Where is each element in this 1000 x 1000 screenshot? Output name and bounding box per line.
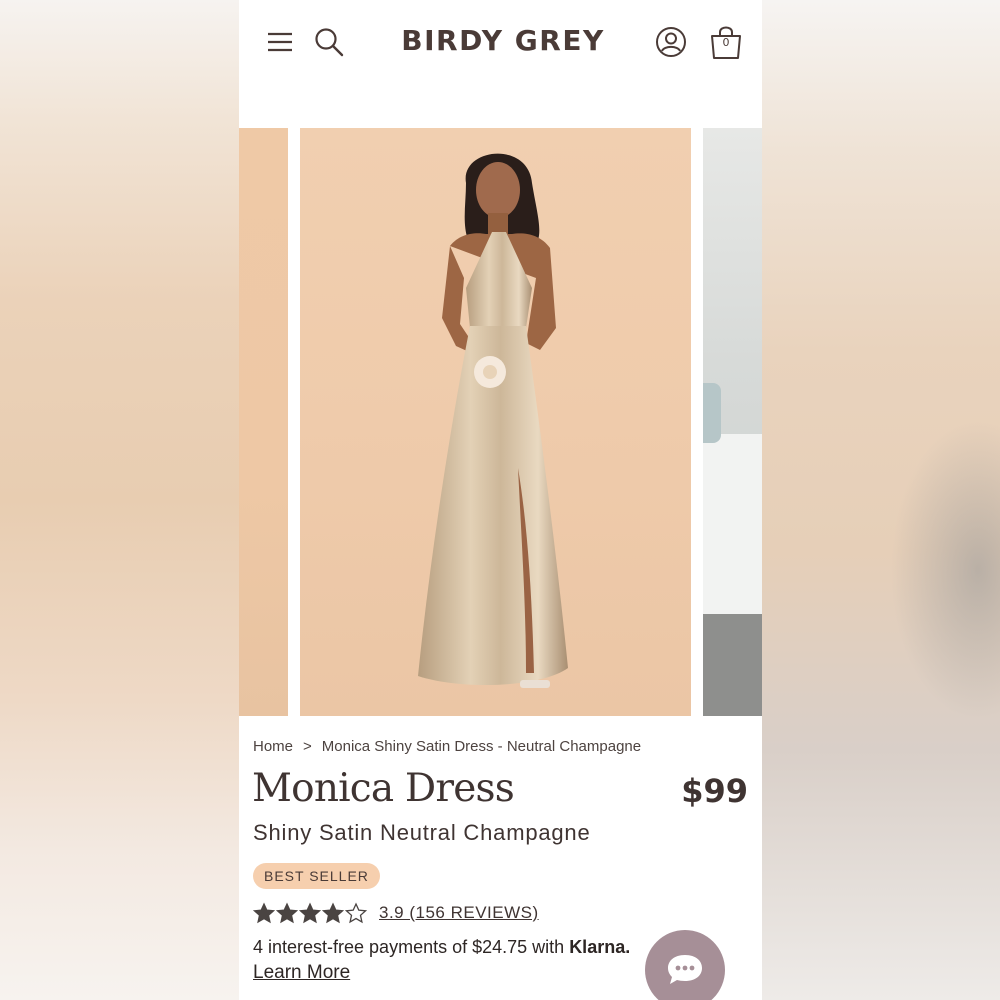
- brand-logo[interactable]: BIRDY GREY: [379, 24, 627, 57]
- model-in-dress-illustration: [418, 153, 568, 688]
- chat-bubble-icon: [668, 955, 702, 984]
- product-image[interactable]: [300, 128, 691, 716]
- product-image-carousel[interactable]: [239, 128, 762, 716]
- product-price: $99: [681, 772, 748, 810]
- background-left: [0, 0, 239, 1000]
- star-rating[interactable]: [253, 902, 367, 924]
- account-button[interactable]: [653, 24, 689, 60]
- star-icon: [299, 902, 321, 924]
- breadcrumb-separator: >: [303, 738, 312, 755]
- learn-more-link[interactable]: Learn More: [253, 962, 350, 984]
- star-icon: [276, 902, 298, 924]
- rating-row: 3.9 (156 REVIEWS): [253, 900, 539, 926]
- next-slide-image[interactable]: [703, 128, 762, 716]
- star-icon: [322, 902, 344, 924]
- cart-button[interactable]: 0: [707, 22, 745, 62]
- hamburger-icon: [268, 32, 292, 52]
- best-seller-badge: BEST SELLER: [253, 863, 380, 889]
- installments-text: 4 interest-free payments of $24.75 with …: [253, 937, 630, 958]
- klarna-logo-text: Klarna.: [569, 937, 631, 957]
- vase-shape: [703, 383, 721, 443]
- chat-button[interactable]: [645, 930, 725, 1000]
- breadcrumb-current: Monica Shiny Satin Dress - Neutral Champ…: [321, 738, 642, 755]
- star-icon: [345, 902, 367, 924]
- product-title: Monica Dress: [252, 766, 515, 811]
- site-header: BIRDY GREY 0: [239, 0, 762, 90]
- breadcrumb-home-link[interactable]: Home: [253, 738, 293, 755]
- search-button[interactable]: [311, 24, 347, 60]
- previous-slide-image[interactable]: [239, 128, 288, 716]
- background-right: [762, 0, 1000, 1000]
- search-icon: [315, 28, 344, 57]
- mobile-page: BIRDY GREY 0 Home > Monica Shiny Satin D…: [239, 0, 762, 1000]
- star-icon: [253, 902, 275, 924]
- installments-label: 4 interest-free payments of $24.75 with: [253, 937, 565, 957]
- menu-button[interactable]: [263, 26, 297, 58]
- pedestal-shape: [703, 434, 762, 614]
- product-variant: Shiny Satin Neutral Champagne: [253, 820, 591, 845]
- breadcrumb: Home > Monica Shiny Satin Dress - Neutra…: [253, 738, 753, 755]
- user-icon: [656, 27, 686, 57]
- reviews-link[interactable]: 3.9 (156 REVIEWS): [379, 903, 539, 923]
- floor-shape: [703, 614, 762, 716]
- cart-count: 0: [722, 36, 730, 49]
